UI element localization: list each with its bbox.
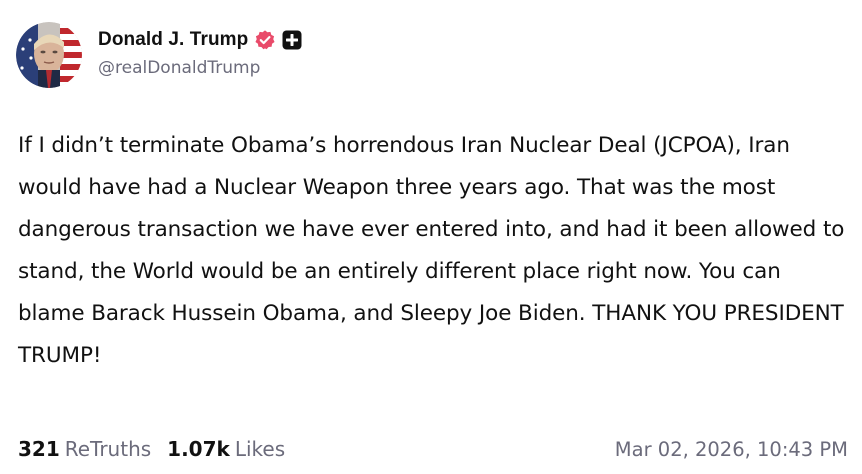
post-text: If I didn’t terminate Obama’s horrendous… xyxy=(18,133,845,368)
retruths-stat[interactable]: 321 ReTruths xyxy=(18,437,151,461)
verified-badge-icon xyxy=(254,29,276,51)
author-info: Donald J. Trump @realDonaldTrump xyxy=(98,26,302,78)
plus-badge-icon xyxy=(282,30,302,50)
post-header: Donald J. Trump @realDonaldTrump xyxy=(16,22,302,88)
avatar[interactable] xyxy=(16,22,82,88)
author-name-row: Donald J. Trump xyxy=(98,26,302,54)
author-display-name[interactable]: Donald J. Trump xyxy=(98,29,248,51)
retruths-label: ReTruths xyxy=(64,437,152,461)
likes-stat[interactable]: 1.07k Likes xyxy=(167,437,285,461)
truth-post: Donald J. Trump @realDonaldTrump If I di… xyxy=(0,0,862,474)
author-handle[interactable]: @realDonaldTrump xyxy=(98,58,302,78)
post-footer: 321 ReTruths 1.07k Likes Mar 02, 2026, 1… xyxy=(18,434,848,464)
post-timestamp[interactable]: Mar 02, 2026, 10:43 PM xyxy=(615,438,848,461)
likes-label: Likes xyxy=(234,437,286,461)
likes-count: 1.07k xyxy=(167,437,230,461)
retruths-count: 321 xyxy=(18,437,60,461)
